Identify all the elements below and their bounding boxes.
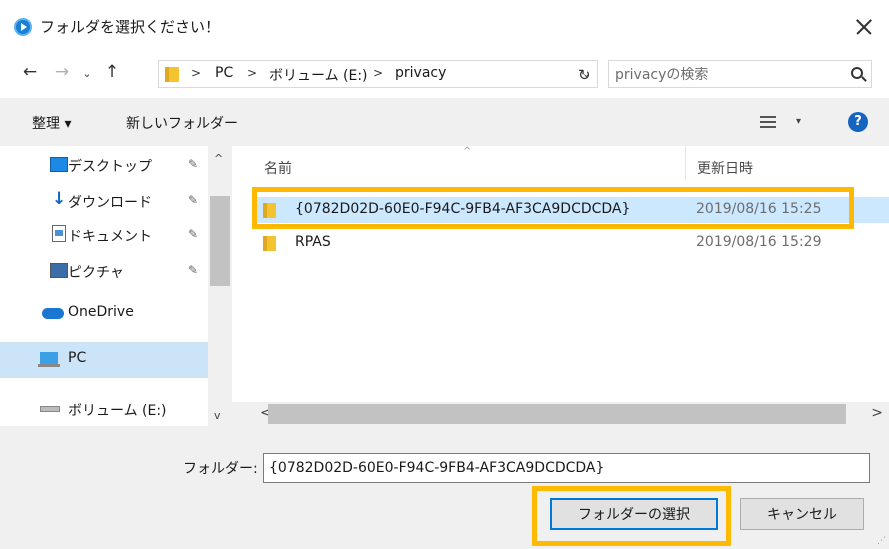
- scroll-right-icon[interactable]: >: [871, 405, 883, 421]
- scroll-up-icon[interactable]: ^: [214, 152, 223, 165]
- back-arrow-icon[interactable]: ←: [18, 62, 42, 86]
- app-icon: [14, 18, 32, 36]
- folder-name-field[interactable]: [263, 453, 870, 483]
- pin-icon[interactable]: ✎: [188, 157, 198, 171]
- recent-locations-chevron-icon[interactable]: ⌄: [78, 67, 96, 91]
- address-bar[interactable]: > PC > ボリューム (E:) > privacy ⌄: [158, 60, 598, 88]
- breadcrumb-separator-icon[interactable]: >: [247, 66, 257, 80]
- breadcrumb-privacy[interactable]: privacy: [395, 65, 446, 81]
- nav-item-label: ピクチャ: [68, 265, 124, 281]
- scroll-down-icon[interactable]: v: [214, 409, 221, 422]
- highlight-box-selected-row: [252, 187, 854, 229]
- command-toolbar: 整理 ▾ 新しいフォルダー ▾ ?: [0, 98, 889, 146]
- window-title: フォルダを選択ください！: [40, 18, 221, 36]
- download-icon: [50, 189, 68, 209]
- pin-icon[interactable]: ✎: [188, 227, 198, 241]
- nav-item-label: ドキュメント: [68, 229, 152, 245]
- breadcrumb-separator-icon[interactable]: >: [373, 66, 383, 80]
- folder-field-label: フォルダー:: [183, 461, 258, 477]
- organize-menu-button[interactable]: 整理 ▾: [32, 113, 71, 133]
- cancel-button[interactable]: キャンセル: [740, 498, 864, 530]
- new-folder-button[interactable]: 新しいフォルダー: [126, 113, 238, 133]
- pictures-icon: [50, 263, 68, 278]
- cloud-icon: [42, 308, 64, 319]
- up-arrow-icon[interactable]: ↑: [100, 62, 124, 86]
- nav-item-downloads[interactable]: ダウンロード ✎: [0, 184, 208, 218]
- dialog-footer: フォルダー: フォルダーの選択 キャンセル ⋰: [0, 426, 889, 549]
- document-icon: [52, 225, 66, 242]
- search-box[interactable]: [608, 60, 872, 88]
- resize-grip-icon[interactable]: ⋰: [877, 536, 886, 546]
- title-bar: フォルダを選択ください！: [0, 0, 889, 52]
- refresh-icon[interactable]: ↻: [578, 66, 594, 84]
- desktop-icon: [50, 157, 68, 172]
- nav-item-label: PC: [68, 350, 87, 366]
- search-input[interactable]: [615, 65, 835, 85]
- navigation-pane: デスクトップ ✎ ダウンロード ✎ ドキュメント ✎ ピクチャ ✎ OneDri…: [0, 146, 232, 426]
- nav-item-pc[interactable]: PC: [0, 342, 208, 378]
- nav-item-pictures[interactable]: ピクチャ ✎: [0, 254, 208, 288]
- pin-icon[interactable]: ✎: [188, 263, 198, 277]
- drive-icon: [40, 406, 60, 412]
- breadcrumb-volume[interactable]: ボリューム (E:): [269, 65, 368, 85]
- nav-item-volume-e[interactable]: ボリューム (E:): [0, 392, 208, 426]
- nav-item-label: OneDrive: [68, 304, 134, 320]
- nav-pane-scrollbar[interactable]: ^ v: [208, 146, 232, 426]
- highlight-box-select-button: [532, 486, 731, 546]
- pc-icon: [38, 352, 60, 367]
- nav-item-desktop[interactable]: デスクトップ ✎: [0, 148, 208, 182]
- file-name: RPAS: [295, 234, 331, 250]
- sort-ascending-icon: ^: [463, 146, 472, 157]
- breadcrumb-separator-icon[interactable]: >: [191, 66, 201, 80]
- file-list-scrollbar[interactable]: < >: [232, 402, 889, 426]
- nav-item-label: デスクトップ: [68, 159, 152, 175]
- nav-item-documents[interactable]: ドキュメント ✎: [0, 218, 208, 252]
- folder-icon: [165, 67, 179, 82]
- view-options-icon[interactable]: [760, 114, 776, 130]
- scrollbar-thumb[interactable]: [268, 404, 846, 424]
- close-icon[interactable]: [837, 0, 889, 52]
- folder-icon: [263, 236, 276, 251]
- search-icon[interactable]: [851, 67, 863, 79]
- help-icon[interactable]: ?: [848, 112, 868, 132]
- nav-item-label: ボリューム (E:): [68, 403, 167, 419]
- file-row[interactable]: RPAS 2019/08/16 15:29: [252, 230, 889, 256]
- navigation-bar: ← → ⌄ ↑ > PC > ボリューム (E:) > privacy ⌄ ↻: [0, 52, 889, 96]
- pin-icon[interactable]: ✎: [188, 193, 198, 207]
- column-divider[interactable]: [685, 146, 686, 180]
- breadcrumb-pc[interactable]: PC: [215, 65, 233, 81]
- file-date: 2019/08/16 15:29: [696, 234, 822, 250]
- nav-item-onedrive[interactable]: OneDrive: [0, 296, 208, 330]
- nav-item-label: ダウンロード: [68, 195, 152, 211]
- forward-arrow-icon[interactable]: →: [50, 62, 74, 86]
- scrollbar-thumb[interactable]: [210, 196, 230, 286]
- view-options-dropdown-icon[interactable]: ▾: [796, 116, 801, 127]
